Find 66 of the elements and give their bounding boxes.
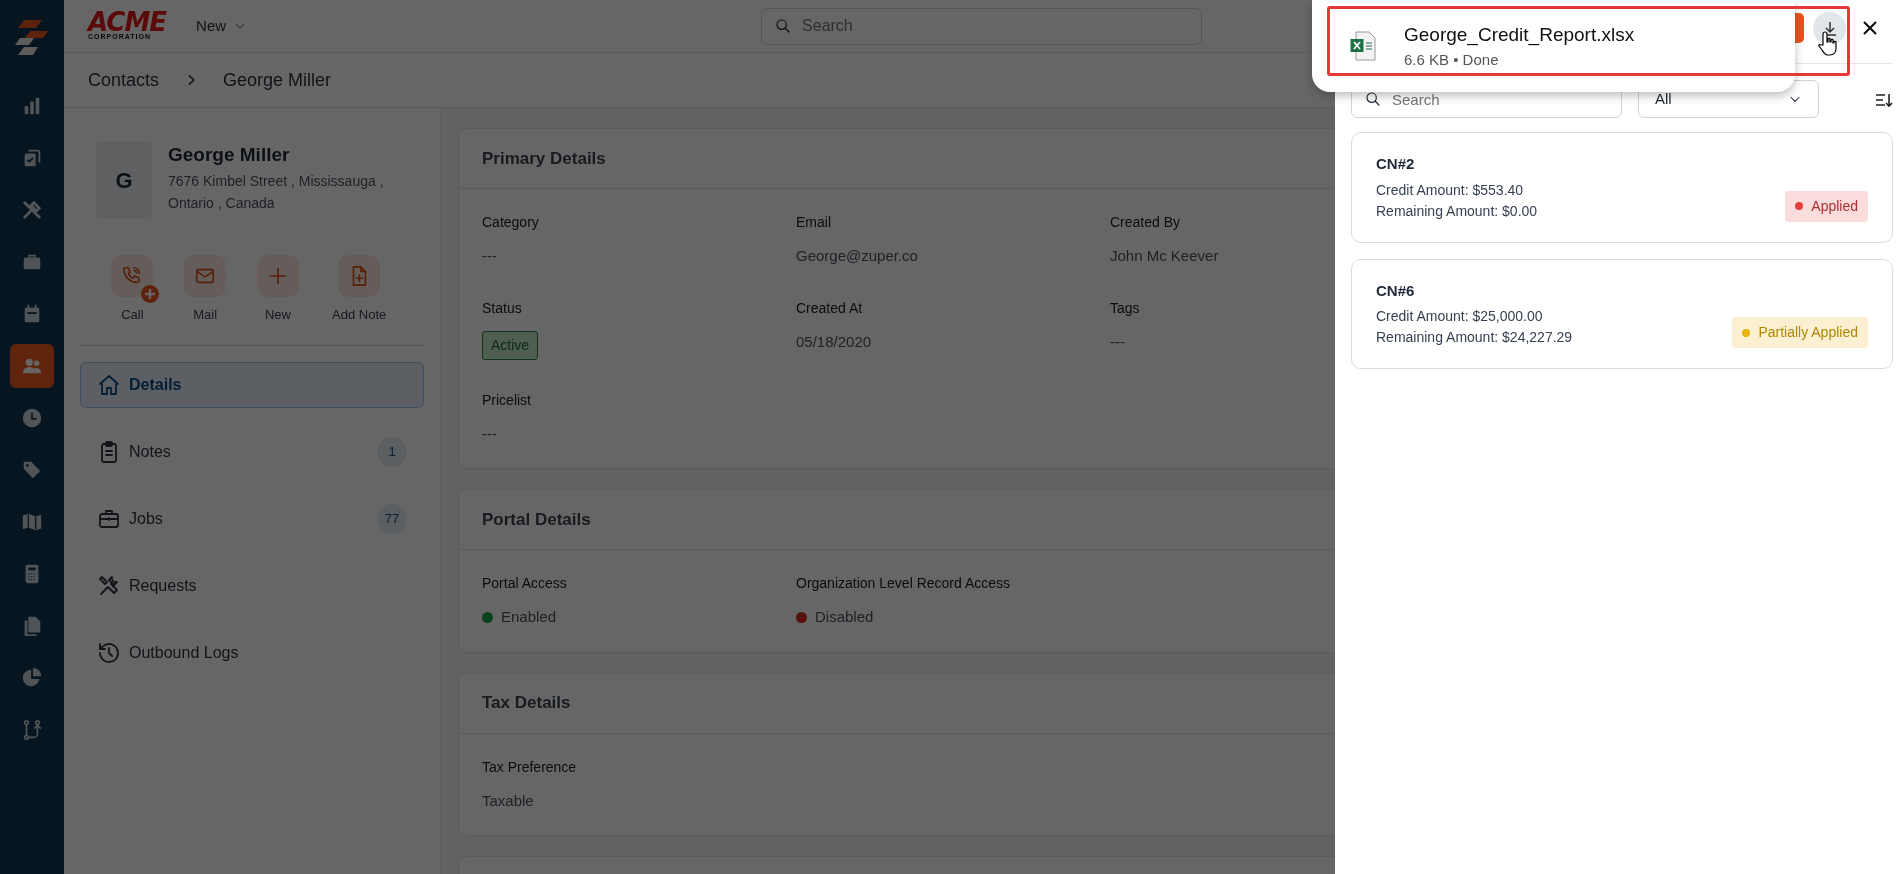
field-label: Tags bbox=[1110, 298, 1140, 318]
field-value: George@zuper.co bbox=[796, 246, 918, 266]
field-value: Enabled bbox=[501, 607, 557, 627]
file-details: 6.6 KB • Done bbox=[1404, 50, 1500, 70]
tag-icon bbox=[21, 459, 43, 481]
count-badge: 1 bbox=[377, 436, 407, 467]
house-icon bbox=[97, 372, 121, 397]
credit-amount: Credit Amount: $25,000.00 bbox=[1376, 307, 1544, 326]
file-name: George_Credit_Report.xlsx bbox=[1404, 22, 1635, 48]
status-badge: Active bbox=[482, 330, 539, 360]
new-menu[interactable]: New bbox=[188, 10, 255, 42]
menu-item[interactable]: Outbound Logs bbox=[80, 629, 424, 676]
field-label: Portal Access bbox=[482, 574, 567, 593]
status-tag: Partially Applied bbox=[1732, 317, 1868, 348]
history-icon bbox=[97, 640, 121, 665]
menu-item[interactable]: Details bbox=[80, 361, 424, 408]
action-button[interactable] bbox=[338, 255, 381, 297]
field-label: Category bbox=[482, 213, 539, 232]
field-value: Disabled bbox=[815, 607, 874, 627]
avatar: G bbox=[96, 141, 152, 219]
action-label: Call bbox=[121, 306, 144, 324]
menu-item[interactable]: Requests bbox=[80, 562, 424, 609]
field-value: John Mc Keever bbox=[1110, 246, 1219, 266]
remaining-amount: Remaining Amount: $0.00 bbox=[1376, 201, 1538, 221]
action-button[interactable] bbox=[256, 255, 299, 297]
action-label: New bbox=[264, 306, 291, 324]
count-badge: 77 bbox=[377, 503, 407, 534]
field-label: Organization Level Record Access bbox=[796, 574, 1010, 593]
branch-icon bbox=[21, 719, 43, 741]
field-label: Created By bbox=[1110, 213, 1182, 232]
action-label: Add Note bbox=[332, 306, 387, 324]
breadcrumb-link[interactable]: Contacts bbox=[88, 66, 160, 94]
map-icon bbox=[21, 511, 43, 533]
breadcrumb-current: George Miller bbox=[223, 68, 332, 92]
field-value: --- bbox=[1110, 331, 1126, 352]
credit-note-card[interactable]: CN#2 Credit Amount: $553.40 Remaining Amount: $0.00 Applied bbox=[1351, 132, 1893, 243]
clock-icon bbox=[21, 407, 43, 429]
field-label: Email bbox=[796, 213, 832, 232]
action-button[interactable] bbox=[184, 255, 227, 297]
pie-chart-icon bbox=[21, 667, 43, 689]
spreadsheet-file-icon bbox=[1350, 31, 1376, 61]
filter-value: All bbox=[1655, 88, 1672, 109]
action-button[interactable] bbox=[111, 255, 154, 297]
plus-badge-icon bbox=[141, 285, 160, 303]
menu-item[interactable]: Notes 1 bbox=[80, 428, 424, 475]
remaining-amount: Remaining Amount: $24,227.29 bbox=[1376, 328, 1573, 347]
field-value: Taxable bbox=[482, 790, 535, 811]
nav-item[interactable] bbox=[10, 344, 54, 388]
field-value: --- bbox=[482, 423, 498, 444]
tools-icon bbox=[21, 199, 43, 221]
menu-item[interactable]: Jobs 77 bbox=[80, 495, 424, 542]
credit-note-title: CN#2 bbox=[1376, 154, 1416, 174]
contact-name: George Miller bbox=[168, 143, 291, 167]
tools-icon bbox=[97, 573, 121, 598]
status-tag: Applied bbox=[1785, 190, 1868, 222]
credit-note-title: CN#6 bbox=[1376, 280, 1416, 301]
credit-note-card[interactable]: CN#6 Credit Amount: $25,000.00 Remaining Amount: $24,227.29 Partially Applied bbox=[1351, 258, 1893, 369]
field-label: Status bbox=[482, 298, 523, 318]
field-label: Tax Preference bbox=[482, 757, 577, 777]
field-value: --- bbox=[482, 246, 498, 266]
contact-address: 7676 Kimbel Street , Mississauga , Ontario , Canada bbox=[168, 171, 385, 213]
action-label: Mail bbox=[193, 306, 218, 324]
hand-cursor-icon bbox=[1818, 30, 1840, 56]
field-value: 05/18/2020 bbox=[796, 331, 872, 352]
field-label: Pricelist bbox=[482, 390, 531, 410]
field-label: Created At bbox=[796, 298, 864, 318]
